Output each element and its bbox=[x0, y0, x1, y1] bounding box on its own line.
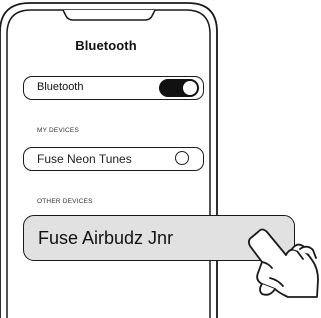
instruction-illustration: Bluetooth Bluetooth MY DEVICES Fuse Neon… bbox=[0, 0, 321, 318]
pointing-hand-icon bbox=[247, 228, 319, 298]
